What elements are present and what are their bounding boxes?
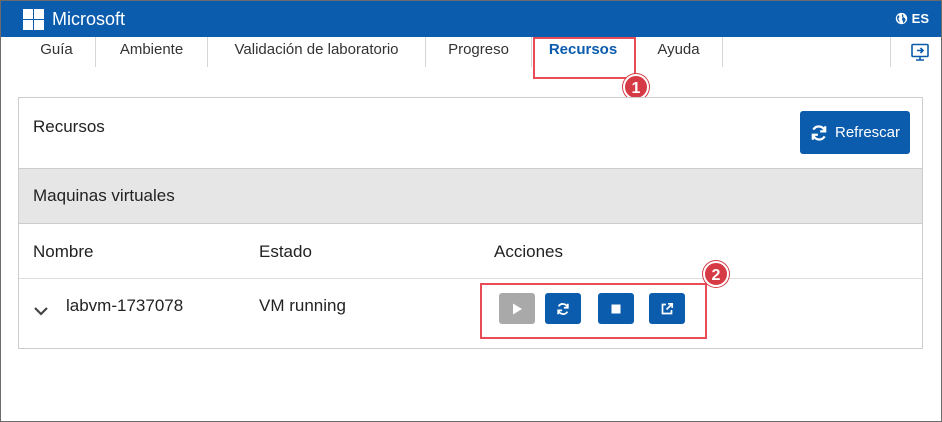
chevron-down-icon[interactable]: [33, 303, 49, 319]
tab-guia[interactable]: Guía: [18, 37, 96, 67]
tab-validacion-de-laboratorio[interactable]: Validación de laboratorio: [208, 37, 426, 67]
section-title: Maquinas virtuales: [33, 186, 175, 205]
top-bar: Microsoft ES: [1, 1, 941, 37]
refresh-button-label: Refrescar: [834, 124, 901, 141]
highlight-box-actions: [480, 283, 707, 339]
highlight-box-recursos-tab: [533, 37, 636, 79]
refresh-icon: [811, 124, 827, 141]
panel-header: Recursos Refrescar: [19, 98, 922, 169]
tab-progreso[interactable]: Progreso: [426, 37, 532, 67]
column-header-estado: Estado: [259, 242, 312, 261]
column-header-nombre: Nombre: [33, 242, 94, 261]
language-label: ES: [911, 11, 929, 26]
microsoft-logo-icon: [23, 9, 44, 30]
vm-name: labvm-1737078: [66, 296, 184, 315]
language-selector[interactable]: ES: [895, 11, 929, 26]
resources-panel: Recursos Refrescar Maquinas virtuales No…: [18, 97, 923, 349]
section-header: Maquinas virtuales: [19, 169, 922, 224]
brand-name: Microsoft: [52, 9, 126, 29]
monitor-arrow-icon[interactable]: [910, 42, 930, 62]
annotation-badge-2: 2: [703, 261, 729, 287]
table-row: labvm-1737078 VM running: [19, 279, 922, 349]
vm-status: VM running: [259, 296, 346, 315]
tab-right-area: [890, 37, 930, 67]
refresh-button[interactable]: Refrescar: [800, 111, 910, 154]
tab-ambiente[interactable]: Ambiente: [96, 37, 208, 67]
panel-title: Recursos: [33, 117, 105, 136]
globe-icon: [895, 12, 907, 25]
column-header-acciones: Acciones: [494, 242, 563, 261]
tab-ayuda[interactable]: Ayuda: [635, 37, 723, 67]
